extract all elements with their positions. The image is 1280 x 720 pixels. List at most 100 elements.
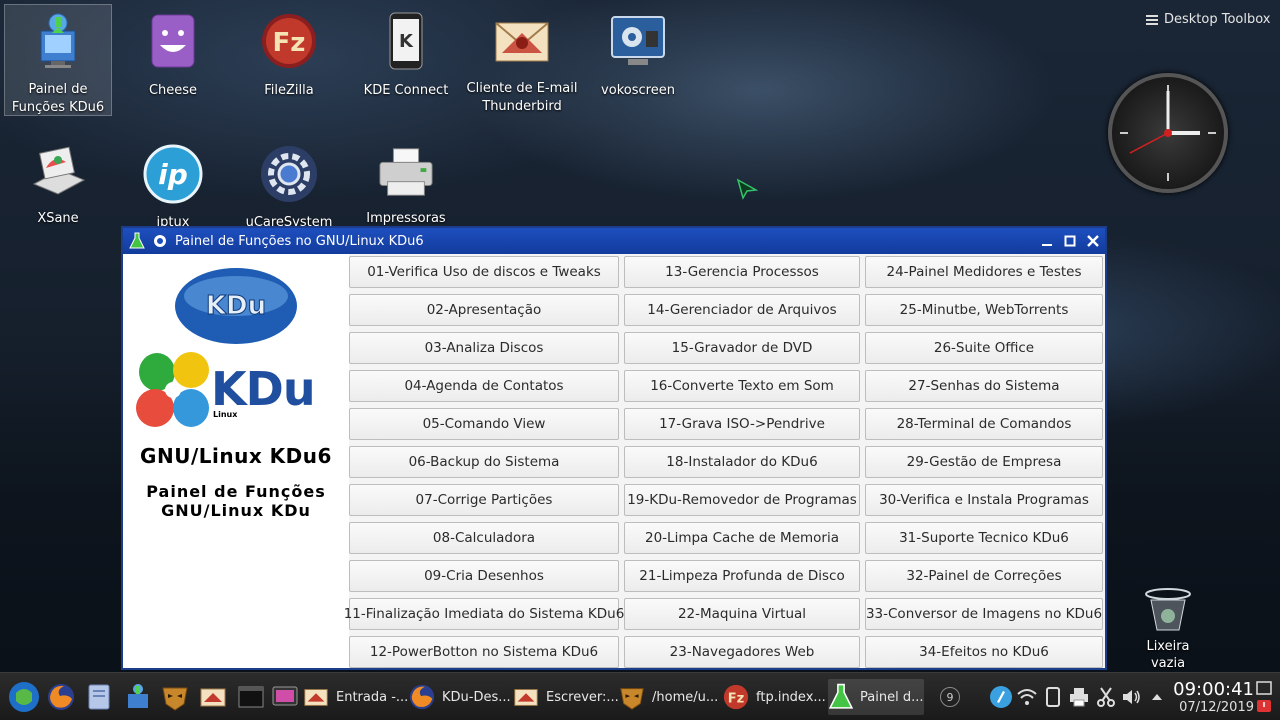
function-button[interactable]: 11-Finalização Imediata do Sistema KDu6	[344, 598, 624, 630]
function-button[interactable]: 18-Instalador do KDu6	[624, 446, 860, 478]
app-menu-button[interactable]	[8, 679, 40, 715]
kdu-oval-logo-icon: KDu	[175, 268, 297, 344]
function-button[interactable]: 29-Gestão de Empresa	[865, 446, 1103, 478]
launcher-mask-app[interactable]	[160, 679, 190, 715]
desktop-toolbox[interactable]: Desktop Toolbox	[1146, 12, 1271, 27]
desktop-icon-label: KDE Connect	[363, 83, 449, 98]
function-button[interactable]: 30-Verifica e Instala Programas	[865, 484, 1103, 516]
launcher-painel[interactable]	[124, 679, 152, 715]
function-button[interactable]: 02-Apresentação	[349, 294, 619, 326]
tray-network[interactable]	[1016, 679, 1038, 715]
tray-device[interactable]	[1044, 679, 1062, 715]
tray-volume[interactable]	[1120, 679, 1142, 715]
function-button[interactable]: 21-Limpeza Profunda de Disco	[624, 560, 860, 592]
task-kdu-des[interactable]: KDu-Des...	[408, 679, 511, 715]
function-button[interactable]: 31-Suporte Tecnico KDu6	[865, 522, 1103, 554]
task-entrada[interactable]: Entrada -...	[302, 679, 408, 715]
function-button[interactable]: 04-Agenda de Contatos	[349, 370, 619, 402]
tray-extra[interactable]	[1256, 681, 1272, 713]
tray-clipboard[interactable]	[1096, 679, 1116, 715]
filezilla-icon: Fz	[723, 684, 749, 710]
clock-date: 07/12/2019	[1179, 700, 1254, 715]
maximize-icon	[1064, 235, 1076, 247]
desktop-icon-ucaresystem[interactable]: uCareSystem	[235, 138, 343, 230]
function-button[interactable]: 01-Verifica Uso de discos e Tweaks	[349, 256, 619, 288]
desktop-icon-cheese[interactable]: Cheese	[119, 4, 227, 116]
clock-face-icon	[1120, 85, 1216, 181]
function-button[interactable]: 14-Gerenciador de Arquivos	[624, 294, 860, 326]
volume-icon	[1123, 690, 1140, 704]
function-button[interactable]: 20-Limpa Cache de Memoria	[624, 522, 860, 554]
mouse-cursor-icon	[736, 178, 758, 200]
tray-app[interactable]	[988, 679, 1014, 715]
function-button[interactable]: 32-Painel de Correções	[865, 560, 1103, 592]
printer-icon	[376, 144, 436, 200]
launcher-screen[interactable]	[270, 679, 300, 715]
window-menu-icon[interactable]	[153, 234, 167, 248]
desktop-icon-painel-funcoes[interactable]: Painel de Funções KDu6	[4, 4, 112, 116]
task-ftp[interactable]: Fz ftp.index...	[722, 679, 826, 715]
desktop-icon-kde-connect[interactable]: K KDE Connect	[352, 4, 460, 116]
function-button[interactable]: 17-Grava ISO->Pendrive	[624, 408, 860, 440]
function-button[interactable]: 16-Converte Texto em Som	[624, 370, 860, 402]
function-button[interactable]: 26-Suite Office	[865, 332, 1103, 364]
minimize-button[interactable]	[1036, 230, 1058, 252]
mail-icon	[304, 689, 328, 706]
function-button[interactable]: 06-Backup do Sistema	[349, 446, 619, 478]
launcher-mail[interactable]	[198, 679, 228, 715]
function-button[interactable]: 23-Navegadores Web	[624, 636, 860, 668]
desktop-icon-trash[interactable]: Lixeira vazia	[1128, 586, 1208, 672]
function-button[interactable]: 28-Terminal de Comandos	[865, 408, 1103, 440]
function-button[interactable]: 34-Efeitos no KDu6	[865, 636, 1103, 668]
function-button[interactable]: 22-Maquina Virtual	[624, 598, 860, 630]
firefox-icon	[48, 684, 74, 710]
chevron-up-icon	[1152, 694, 1162, 700]
function-button[interactable]: 19-KDu-Removedor de Programas	[624, 484, 860, 516]
close-button[interactable]	[1082, 230, 1104, 252]
function-button[interactable]: 33-Conversor de Imagens no KDu6	[865, 598, 1103, 630]
brand-subtitle-line-2: GNU/Linux KDu	[161, 501, 311, 520]
launcher-files[interactable]	[84, 679, 114, 715]
xsane-icon	[28, 144, 88, 200]
function-button[interactable]: 24-Painel Medidores e Testes	[865, 256, 1103, 288]
function-button[interactable]: 27-Senhas do Sistema	[865, 370, 1103, 402]
wifi-icon	[1017, 689, 1037, 705]
desktop-icon-label: XSane	[37, 211, 79, 226]
function-button[interactable]: 15-Gravador de DVD	[624, 332, 860, 364]
function-button[interactable]: 07-Corrige Partições	[349, 484, 619, 516]
hidden-tasks-badge[interactable]: 9	[940, 679, 960, 715]
desktop-icon-iptux[interactable]: ip iptux	[119, 138, 227, 230]
iptux-icon: ip	[143, 144, 203, 204]
digital-clock[interactable]: 09:00:41 07/12/2019	[1172, 680, 1254, 716]
desktop-icon-xsane[interactable]: XSane	[4, 138, 112, 228]
brand-title: GNU/Linux KDu6	[140, 444, 332, 468]
function-button[interactable]: 08-Calculadora	[349, 522, 619, 554]
desktop-icon-impressoras[interactable]: Impressoras	[352, 138, 460, 228]
desktop-icon-vokoscreen[interactable]: vokoscreen	[584, 4, 692, 116]
close-icon	[1087, 235, 1099, 247]
tray-expand[interactable]	[1150, 679, 1164, 715]
tray-printer[interactable]	[1068, 679, 1090, 715]
task-escrever[interactable]: Escrever:...	[512, 679, 619, 715]
trash-icon	[1145, 588, 1191, 631]
thunderbird-icon	[492, 10, 552, 70]
function-button[interactable]: 09-Cria Desenhos	[349, 560, 619, 592]
maximize-button[interactable]	[1059, 230, 1081, 252]
brand-subtitle-line-1: Painel de Funções	[146, 482, 326, 501]
task-home[interactable]: /home/u...	[618, 679, 718, 715]
desktop-icon-filezilla[interactable]: Fz FileZilla	[235, 4, 343, 116]
function-button[interactable]: 05-Comando View	[349, 408, 619, 440]
function-button[interactable]: 12-PowerBotton no Sistema KDu6	[349, 636, 619, 668]
desktop-icon-thunderbird[interactable]: Cliente de E-mail Thunderbird	[467, 4, 577, 116]
window-titlebar[interactable]: Painel de Funções no GNU/Linux KDu6	[123, 228, 1105, 254]
brand-panel: KDu KDu Linux GNU/Linux KDu6 Painel de F…	[123, 254, 349, 668]
svg-text:K: K	[399, 31, 414, 52]
function-button[interactable]: 13-Gerencia Processos	[624, 256, 860, 288]
filezilla-icon: Fz	[259, 10, 319, 72]
task-painel[interactable]: Painel d...	[828, 679, 924, 715]
launcher-terminal[interactable]	[236, 679, 266, 715]
vokoscreen-icon	[608, 10, 668, 72]
function-button[interactable]: 03-Analiza Discos	[349, 332, 619, 364]
launcher-firefox[interactable]	[46, 679, 76, 715]
function-button[interactable]: 25-Minutbe, WebTorrents	[865, 294, 1103, 326]
